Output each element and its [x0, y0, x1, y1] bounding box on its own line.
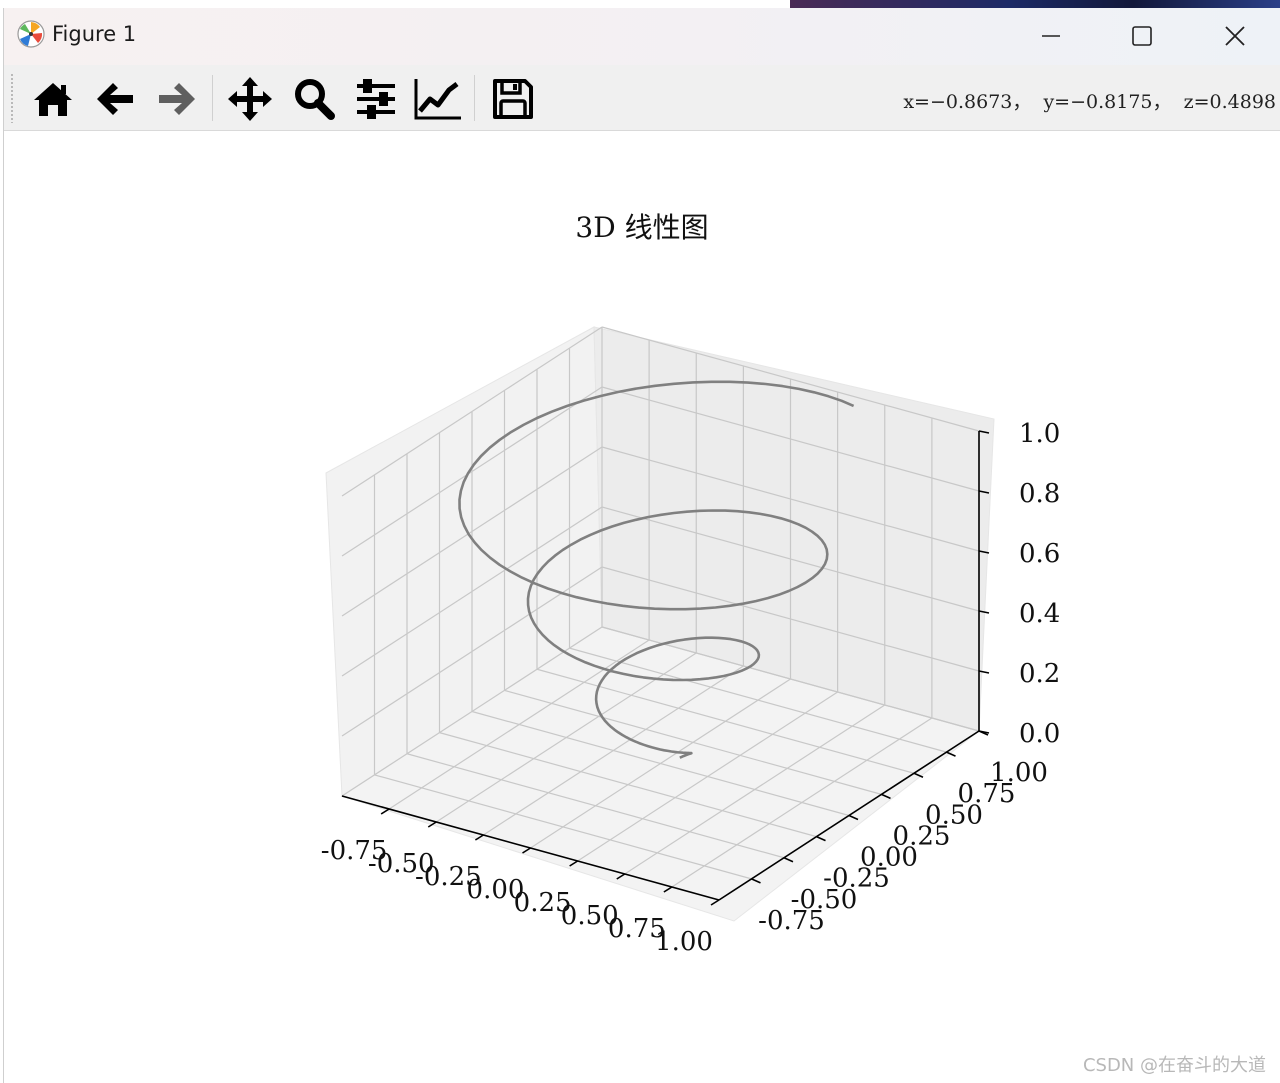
floppy-disk-icon [493, 79, 533, 119]
maximize-button[interactable] [1119, 16, 1165, 56]
z-tick-label: 0.6 [1019, 539, 1060, 569]
edit-axes-button[interactable] [413, 74, 463, 124]
matplotlib-logo-icon [16, 19, 46, 49]
window-title: Figure 1 [52, 22, 137, 46]
watermark-text: CSDN @在奋斗的大道 [1082, 1055, 1266, 1076]
y-tick-label: 1.00 [990, 758, 1048, 788]
pan-button[interactable] [225, 74, 275, 124]
z-tick-label: 0.2 [1019, 659, 1060, 689]
close-icon [1225, 26, 1245, 46]
arrow-right-icon [159, 83, 195, 115]
home-button[interactable] [28, 74, 78, 124]
title-bar[interactable]: Figure 1 [4, 8, 1280, 65]
subplots-button[interactable] [351, 74, 401, 124]
move-icon [228, 77, 272, 121]
toolbar-separator [474, 75, 475, 121]
save-button[interactable] [488, 74, 538, 124]
x-tick-label: 1.00 [655, 927, 713, 957]
back-button[interactable] [90, 74, 140, 124]
desktop-background-image [790, 0, 1280, 8]
magnifier-icon [295, 79, 335, 120]
navigation-toolbar: x=−0.8673， y=−0.8175， z=0.4898 [4, 65, 1280, 131]
figure-canvas[interactable]: 3D 线性图 -0.75 -0.50 -0.25 0.00 0.25 0.50 0.75 1.… [4, 131, 1280, 1083]
sliders-icon [357, 79, 395, 119]
desktop-background [0, 0, 790, 8]
line-chart-icon [414, 79, 461, 120]
z-tick-label: 0.4 [1019, 599, 1060, 629]
home-icon [34, 83, 72, 116]
axes-3d[interactable]: -0.75-0.50-0.250.000.250.500.751.00-0.75… [4, 131, 1280, 1083]
minimize-button[interactable] [1028, 16, 1074, 56]
toolbar-separator [212, 75, 213, 121]
zoom-button[interactable] [289, 74, 339, 124]
z-tick-label: 0.0 [1019, 719, 1060, 749]
cursor-coordinates: x=−0.8673， y=−0.8175， z=0.4898 [903, 91, 1276, 113]
toolbar-grip[interactable] [10, 73, 14, 123]
figure-window: Figure 1 x=−0.8673， y=−0.8175， z=0.4898 … [3, 8, 1280, 1083]
maximize-icon [1132, 26, 1152, 46]
z-tick-label: 0.8 [1019, 479, 1060, 509]
minimize-icon [1042, 35, 1060, 37]
close-button[interactable] [1212, 16, 1258, 56]
z-tick-mark [978, 730, 990, 734]
forward-button[interactable] [152, 74, 202, 124]
arrow-left-icon [97, 83, 133, 115]
z-tick-label: 1.0 [1019, 419, 1060, 449]
